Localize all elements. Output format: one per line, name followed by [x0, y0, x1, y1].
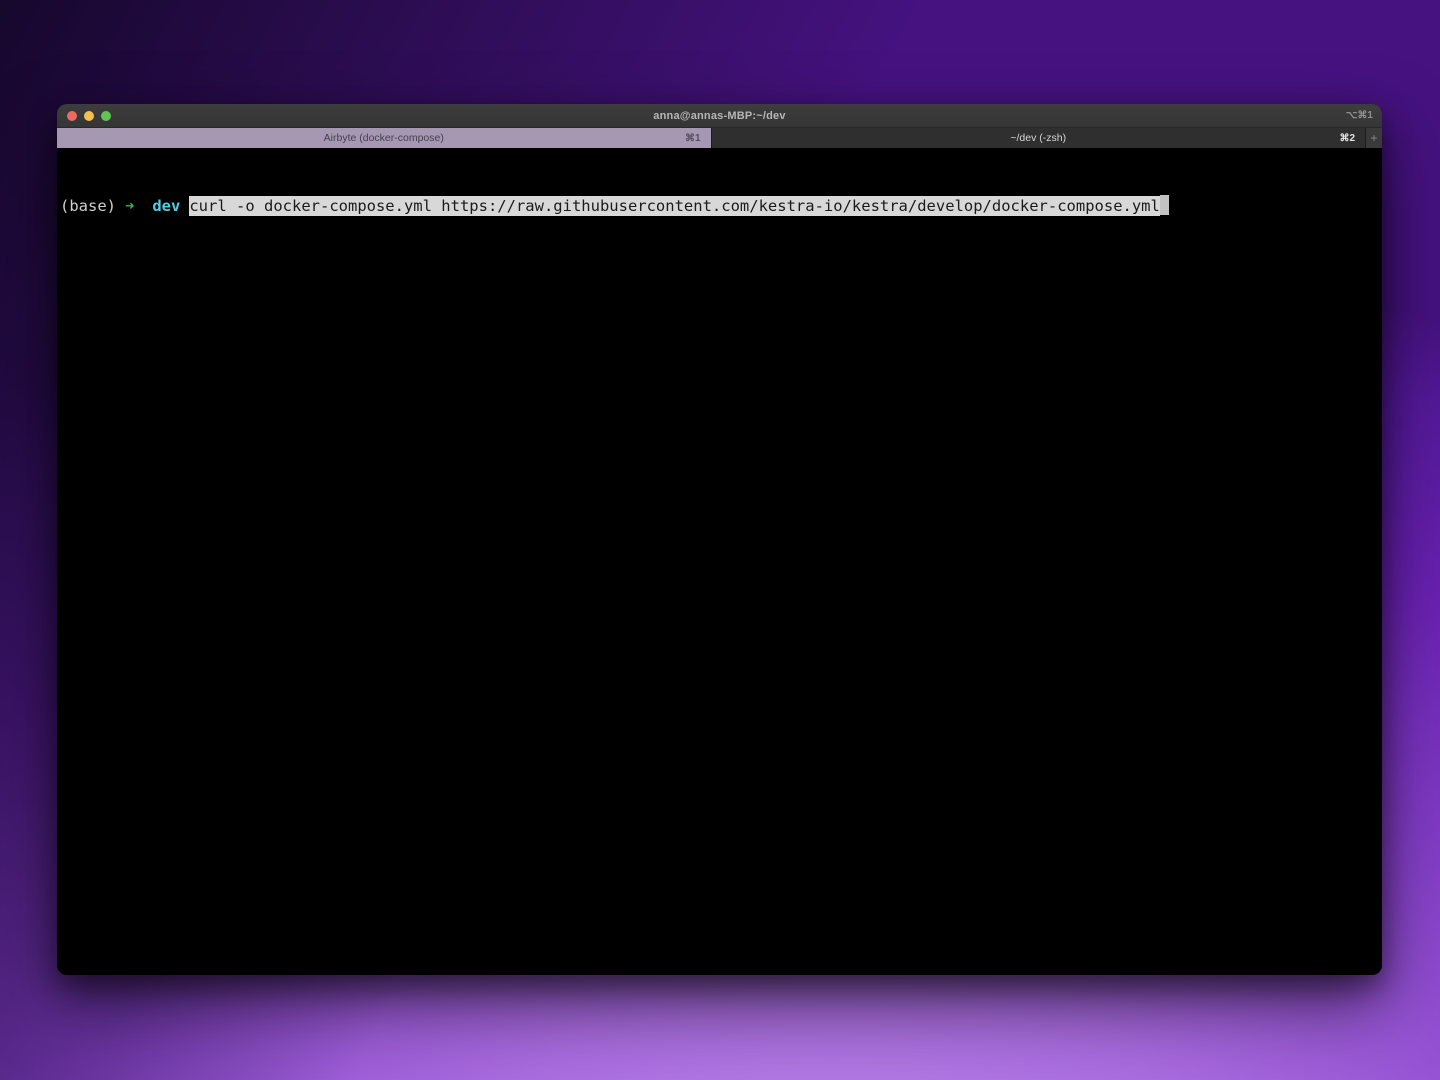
tab-airbyte-shortcut: ⌘1 [685, 133, 701, 144]
window-shortcut-label: ⌥⌘1 [1346, 110, 1373, 121]
command-text-selected: curl -o docker-compose.yml https://raw.g… [189, 196, 1160, 216]
tab-bar: Airbyte (docker-compose) ⌘1 ~/dev (-zsh)… [57, 128, 1382, 148]
prompt-arrow-icon: ➜ [125, 197, 134, 215]
terminal-line: (base) ➜ dev curl -o docker-compose.yml htt… [60, 195, 1382, 218]
desktop-background: { "titlebar": { "title": "anna@annas-MBP… [0, 0, 1440, 1080]
window-titlebar[interactable]: anna@annas-MBP:~/dev ⌥⌘1 [57, 104, 1382, 128]
close-button[interactable] [67, 111, 77, 121]
tab-dev-zsh-shortcut: ⌘2 [1339, 133, 1355, 144]
minimize-button[interactable] [84, 111, 94, 121]
tab-airbyte[interactable]: Airbyte (docker-compose) ⌘1 [57, 128, 711, 148]
prompt-conda-env: (base) [60, 197, 116, 215]
prompt-directory: dev [152, 197, 180, 215]
terminal-window: anna@annas-MBP:~/dev ⌥⌘1 Airbyte (docker… [57, 104, 1382, 975]
new-tab-button[interactable]: + [1365, 128, 1382, 148]
traffic-lights [67, 104, 111, 127]
plus-icon: + [1370, 132, 1377, 144]
tab-airbyte-label: Airbyte (docker-compose) [324, 132, 444, 144]
tab-dev-zsh-label: ~/dev (-zsh) [1010, 132, 1066, 144]
terminal-cursor [1160, 195, 1169, 215]
tab-dev-zsh[interactable]: ~/dev (-zsh) ⌘2 [711, 128, 1366, 148]
window-title: anna@annas-MBP:~/dev [653, 110, 785, 122]
terminal-content[interactable]: (base) ➜ dev curl -o docker-compose.yml htt… [57, 148, 1382, 975]
zoom-button[interactable] [101, 111, 111, 121]
